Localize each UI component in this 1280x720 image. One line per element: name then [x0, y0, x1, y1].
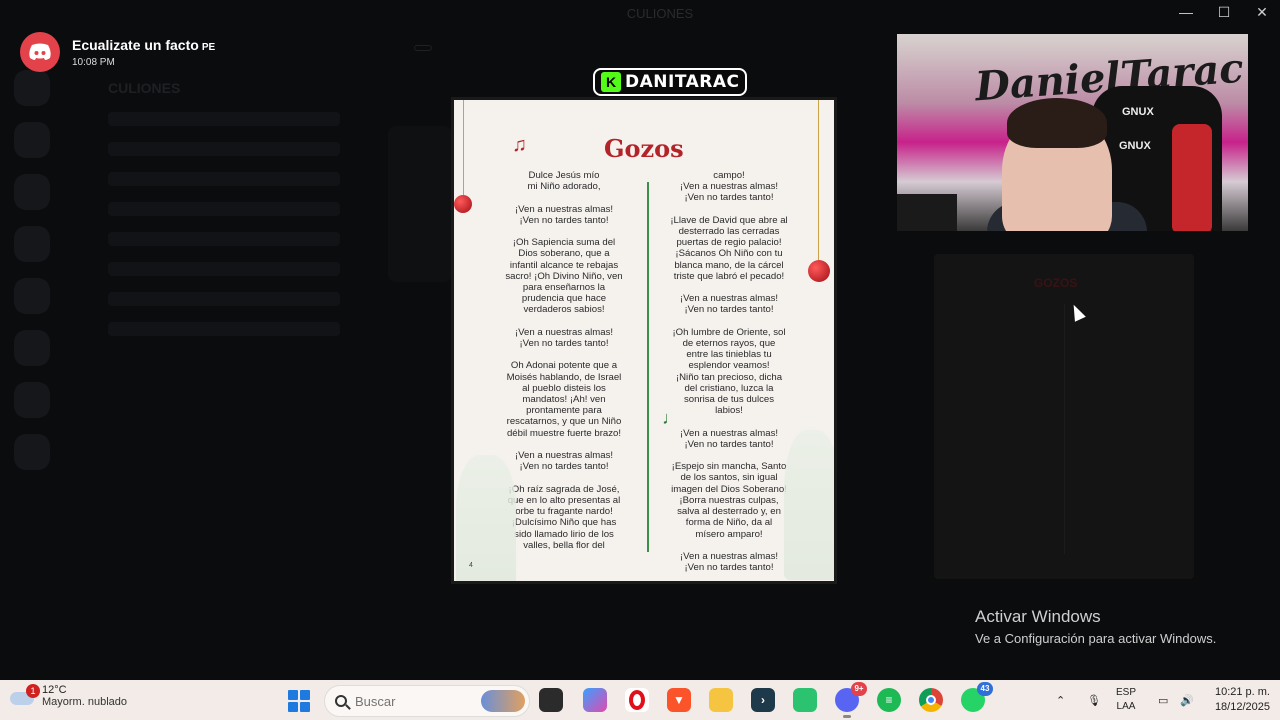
chair-logo: GNUX	[1122, 106, 1154, 118]
preview-title: GOZOS	[1034, 276, 1078, 290]
channel-row[interactable]	[108, 292, 340, 306]
green-app-icon[interactable]	[793, 688, 817, 712]
tree-decoration	[784, 430, 834, 580]
server-icon[interactable]	[14, 278, 50, 314]
network-icon[interactable]: ▭	[1158, 680, 1168, 720]
notification-tag: PE	[201, 41, 216, 53]
column-divider	[647, 182, 649, 552]
ornament-icon	[808, 260, 830, 282]
window-controls: — ☐ ✕	[1178, 4, 1270, 21]
folder-icon[interactable]	[709, 688, 733, 712]
screen: CULIONES — ☐ ✕ CULIONES Ecualizate un fa…	[0, 0, 1280, 720]
clock[interactable]: 10:21 p. m. 18/12/2025	[1206, 685, 1270, 715]
search-input[interactable]	[355, 693, 465, 709]
channel-list: CULIONES	[70, 70, 340, 670]
spotify-banner-button[interactable]	[414, 45, 432, 51]
streamer-hair	[1007, 98, 1107, 148]
weather-widget[interactable]: 1 12°C Mayorm. nublado	[10, 684, 127, 708]
notification-time: 10:08 PM	[72, 56, 115, 68]
clock-date: 18/12/2025	[1214, 701, 1270, 713]
screen-share-preview[interactable]: GOZOS	[934, 254, 1194, 579]
channel-row[interactable]	[108, 172, 340, 186]
search-highlight-icon	[481, 690, 525, 712]
server-name: CULIONES	[108, 80, 181, 96]
channel-row[interactable]	[108, 112, 340, 126]
ornament-icon	[454, 195, 472, 213]
document-title: Gozos	[604, 134, 684, 163]
channel-row[interactable]	[108, 232, 340, 246]
music-note-icon: ♫	[512, 134, 527, 156]
activate-windows-watermark: Activar Windows Ve a Configuración para …	[975, 607, 1216, 646]
opera-icon[interactable]	[625, 688, 649, 712]
cloud-icon: 1	[10, 684, 40, 706]
microphone-icon[interactable]: 🎙	[1087, 680, 1101, 720]
server-icon[interactable]	[14, 122, 50, 158]
chat-panel	[388, 126, 452, 282]
clock-time: 10:21 p. m.	[1214, 686, 1270, 698]
server-icon[interactable]	[14, 330, 50, 366]
discord-notification[interactable]: Ecualizate un facto PE 10:08 PM	[20, 32, 215, 72]
window-title: CULIONES	[626, 6, 694, 21]
language-indicator[interactable]: ESP LAA	[1116, 686, 1136, 714]
webcam-overlay: DanielTarac GNUX GNUX	[897, 34, 1248, 231]
server-icon[interactable]	[14, 434, 50, 470]
notification-title: Ecualizate un facto PE	[72, 36, 216, 53]
copilot-icon[interactable]	[583, 688, 607, 712]
maximize-icon[interactable]: ☐	[1216, 4, 1232, 21]
channel-row[interactable]	[108, 202, 340, 216]
gozos-document: ♫ Gozos Dulce Jesús mío mi Niño adorado,…	[451, 97, 837, 584]
streamer-label: K DANITARAC	[593, 68, 748, 96]
task-view-icon[interactable]	[539, 688, 563, 712]
server-rail	[14, 70, 54, 520]
right-column-text: campo! ¡Ven a nuestras almas! ¡Ven no ta…	[670, 170, 788, 574]
desk	[897, 194, 957, 231]
whatsapp-badge: 43	[977, 682, 993, 696]
server-icon[interactable]	[14, 70, 50, 106]
minimize-icon[interactable]: —	[1178, 4, 1194, 21]
discord-logo-icon	[20, 32, 60, 72]
channel-row[interactable]	[108, 322, 340, 336]
chair-accent	[1172, 124, 1212, 231]
channel-row[interactable]	[108, 142, 340, 156]
streamer-name: DANITARAC	[625, 72, 740, 92]
windows-start-icon[interactable]	[288, 690, 310, 712]
terminal-icon[interactable]: ›	[751, 688, 775, 712]
chrome-icon[interactable]	[919, 688, 943, 712]
ornament-string	[818, 100, 819, 262]
search-icon	[335, 695, 347, 707]
weather-temp: 12°C	[42, 684, 67, 696]
taskbar: 1 12°C Mayorm. nublado ▼ › 9+ ≡ 43	[0, 680, 1280, 720]
page-number: 4	[469, 562, 473, 569]
channel-row[interactable]	[108, 262, 340, 276]
tree-decoration	[456, 455, 516, 581]
watermark-subtitle: Ve a Configuración para activar Windows.	[975, 631, 1217, 646]
brave-icon[interactable]: ▼	[667, 688, 691, 712]
whatsapp-icon[interactable]: 43	[961, 682, 993, 712]
server-icon[interactable]	[14, 174, 50, 210]
ornament-string	[463, 100, 464, 195]
watermark-title: Activar Windows	[975, 607, 1101, 626]
discord-icon[interactable]: 9+	[835, 682, 867, 718]
preview-divider	[1064, 304, 1065, 554]
close-icon[interactable]: ✕	[1254, 4, 1270, 21]
show-hidden-icons[interactable]: ⌃	[1056, 680, 1065, 720]
weather-desc: Mayorm. nublado	[42, 696, 127, 708]
discord-badge: 9+	[851, 682, 867, 696]
kick-logo-icon: K	[601, 72, 621, 92]
music-note-icon: ♩	[662, 408, 680, 428]
chair-logo: GNUX	[1119, 140, 1151, 152]
taskbar-search[interactable]	[324, 685, 530, 717]
server-icon[interactable]	[14, 226, 50, 262]
server-icon[interactable]	[14, 382, 50, 418]
weather-badge: 1	[26, 684, 40, 698]
volume-icon[interactable]: 🔊	[1180, 680, 1194, 720]
spotify-banner	[414, 36, 894, 60]
spotify-icon[interactable]: ≡	[877, 688, 901, 712]
active-indicator	[843, 715, 851, 718]
